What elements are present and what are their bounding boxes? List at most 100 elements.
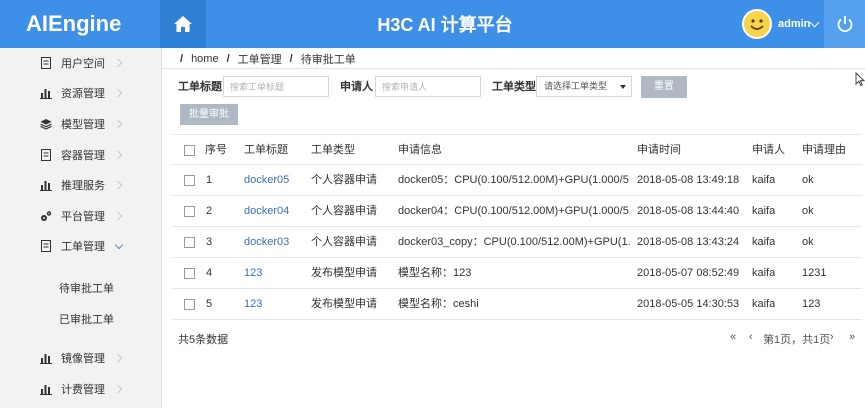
mouse-cursor-icon [855,72,865,86]
cell-type: 发布模型申请 [311,298,377,310]
cell-time: 2018-05-05 14:30:53 [637,298,740,310]
table-row[interactable]: 1 docker05 个人容器申请 docker05：CPU(0.100/512… [172,165,862,196]
cell-title-link[interactable]: 123 [244,258,262,289]
first-page-button[interactable]: « [730,331,736,343]
cell-time: 2018-05-08 13:43:24 [637,236,740,248]
breadcrumb-tickets[interactable]: 工单管理 [238,51,282,67]
next-page-button[interactable]: › [830,331,834,343]
cell-no: 5 [206,298,213,310]
breadcrumb-home[interactable]: home [191,53,219,65]
sidebar-item-inference[interactable]: 推理服务 [0,170,162,200]
column-header: 工单标题 [244,144,288,156]
row-checkbox[interactable] [184,175,195,186]
chevron-right-icon [113,88,123,98]
table-row[interactable]: 3 docker03 个人容器申请 docker03_copy：CPU(0.10… [172,227,862,258]
ticket-title-search-input[interactable] [223,76,329,97]
table-row[interactable]: 2 docker04 个人容器申请 docker04：CPU(0.100/512… [172,196,862,227]
top-header: AIEngine H3C AI 计算平台 admin [0,0,865,48]
applicant-search-input[interactable] [375,76,481,97]
avatar[interactable] [742,9,772,39]
smiley-icon [750,19,764,30]
bar-chart-icon [40,354,52,364]
row-checkbox[interactable] [184,237,195,248]
chevron-right-icon [113,353,123,363]
table-row[interactable]: 5 123 发布模型申请 模型名称：ceshi 2018-05-05 14:30… [172,289,862,320]
batch-approve-button[interactable]: 批量审批 [180,104,238,125]
page-info: 第1页，共1页 [763,334,831,346]
chevron-down-icon[interactable] [809,17,820,28]
cell-reason: 1231 [802,267,827,279]
sidebar-item-resources[interactable]: 资源管理 [0,78,162,108]
bar-chart-icon [40,89,52,99]
layers-icon [40,119,52,130]
select-all-checkbox[interactable] [184,145,195,156]
cell-title-link[interactable]: docker03 [244,227,289,258]
power-icon [837,16,852,33]
row-checkbox[interactable] [184,206,195,217]
cell-type: 发布模型申请 [311,267,377,279]
column-header: 申请时间 [637,144,681,156]
table-header-row: 序号 工单标题 工单类型 申请信息 申请时间 申请人 申请理由 [172,134,862,165]
bar-chart-icon [40,181,52,191]
column-header: 申请信息 [398,144,442,156]
ticket-type-select[interactable]: 请选择工单类型 [536,76,632,97]
cell-info: docker05：CPU(0.100/512.00M)+GPU(1.000/51… [398,174,630,186]
chevron-right-icon [113,150,123,160]
sidebar-item-billing[interactable]: 计费管理 [0,374,162,404]
sidebar-item-images[interactable]: 镜像管理 [0,343,162,373]
cell-title-link[interactable]: docker05 [244,165,289,196]
caret-down-icon [620,85,626,89]
applicant-label: 申请人 [340,81,373,93]
chevron-down-icon [114,240,124,250]
user-menu[interactable]: admin [778,0,810,48]
logout-button[interactable] [824,0,865,48]
cell-info: 模型名称：123 [398,267,472,279]
document-icon [41,57,51,69]
home-icon [174,16,192,32]
sidebar-item-platform[interactable]: 平台管理 [0,201,162,231]
sidebar-item-label: 模型管理 [61,119,105,131]
cell-applicant: kaifa [752,205,776,217]
sidebar-subitem-approved[interactable]: 已审批工单 [0,303,162,333]
cell-title-link[interactable]: docker04 [244,196,289,227]
cell-time: 2018-05-08 13:44:40 [637,205,740,217]
breadcrumb-separator: / [180,53,184,65]
column-header: 工单类型 [311,144,355,156]
cell-info: docker03_copy：CPU(0.100/512.00M)+GPU(1.0… [398,236,630,248]
row-checkbox[interactable] [184,299,195,310]
row-checkbox[interactable] [184,268,195,279]
sidebar-item-models[interactable]: 模型管理 [0,109,162,139]
cell-applicant: kaifa [752,298,776,310]
chevron-right-icon [113,119,123,129]
last-page-button[interactable]: » [849,331,855,343]
cell-reason: ok [802,174,814,186]
cell-no: 2 [206,205,213,217]
chevron-right-icon [113,211,123,221]
breadcrumb: / home / 工单管理 / 待审批工单 [180,50,356,68]
cell-title-link[interactable]: 123 [244,289,262,320]
table-row[interactable]: 4 123 发布模型申请 模型名称：123 2018-05-07 08:52:4… [172,258,862,289]
sidebar-item-containers[interactable]: 容器管理 [0,140,162,170]
home-button[interactable] [160,0,206,48]
cell-info: 模型名称：ceshi [398,298,479,310]
reset-button[interactable]: 重置 [641,76,687,98]
breadcrumb-current: 待审批工单 [300,54,356,66]
column-header: 申请理由 [802,144,846,156]
sidebar-item-label: 容器管理 [61,150,105,162]
sidebar-item-user-space[interactable]: 用户空间 [0,48,162,78]
prev-page-button[interactable]: ‹ [749,331,753,343]
app-title: H3C AI 计算平台 [377,15,513,35]
brand-logo[interactable]: AIEngine [0,0,160,48]
sidebar-item-label: 平台管理 [61,211,105,223]
chevron-right-icon [113,58,123,68]
cell-reason: ok [802,236,814,248]
document-icon [41,149,51,161]
sidebar-subitem-label: 待审批工单 [59,283,114,295]
cell-reason: ok [802,205,814,217]
sidebar: 用户空间 资源管理 模型管理 容器管理 推理服务 平台管理 工单管理 待审批工单… [0,48,162,408]
document-icon [41,240,51,252]
sidebar-subitem-pending[interactable]: 待审批工单 [0,272,162,302]
sidebar-item-tickets[interactable]: 工单管理 [0,231,162,261]
cell-type: 个人容器申请 [311,236,377,248]
cell-no: 3 [206,236,213,248]
